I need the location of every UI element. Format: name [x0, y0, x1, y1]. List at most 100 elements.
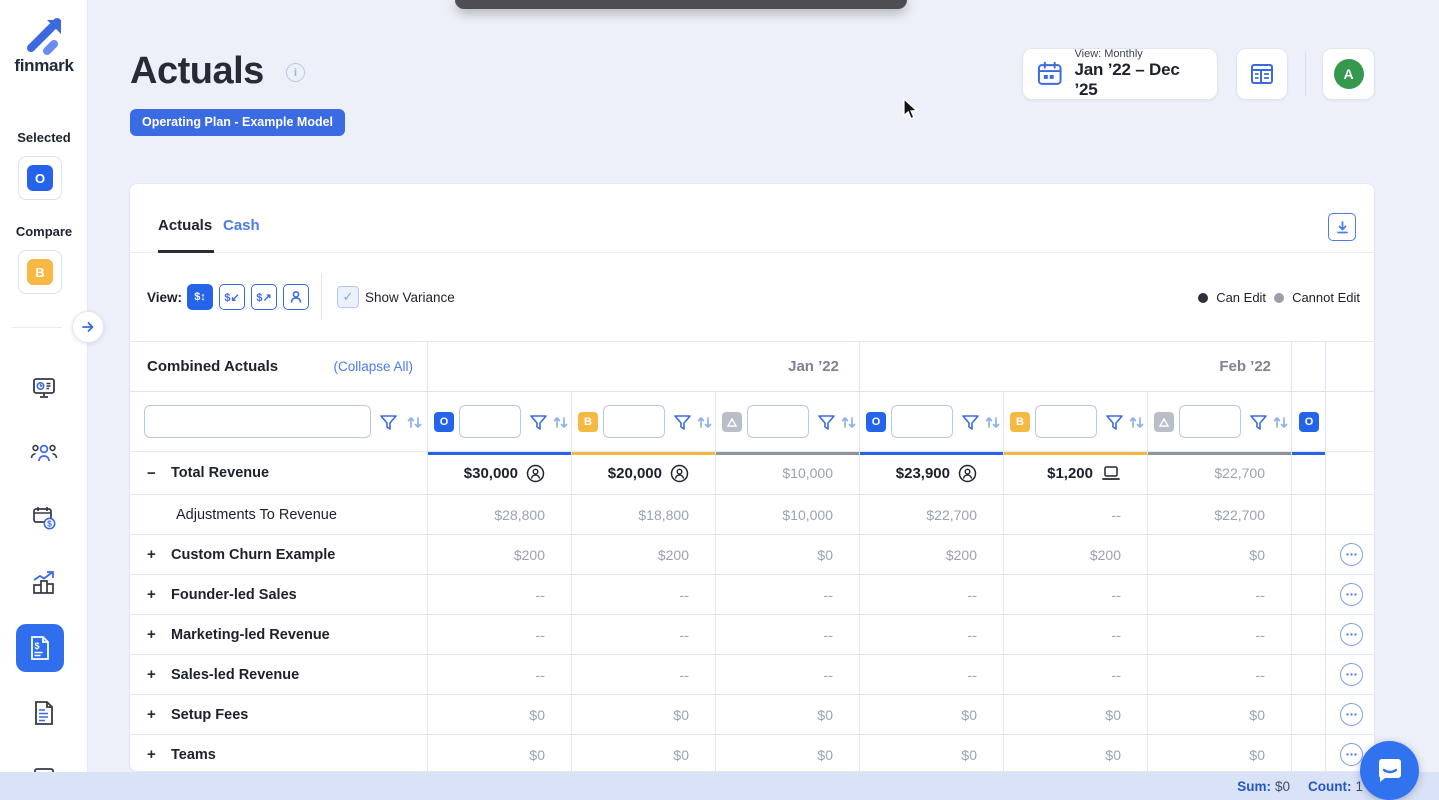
value-cell[interactable]: -- [1148, 615, 1292, 655]
plan-badge[interactable]: Operating Plan - Example Model [130, 109, 345, 136]
value-cell[interactable]: $22,700 [1148, 495, 1292, 535]
row-menu-button[interactable] [1340, 583, 1363, 606]
tab-actuals[interactable]: Actuals [158, 217, 212, 234]
value-cell[interactable]: $0 [428, 735, 572, 772]
chat-launcher-button[interactable] [1360, 741, 1419, 800]
sort-arrows-icon[interactable] [839, 413, 858, 432]
value-cell[interactable]: $200 [1004, 535, 1148, 575]
value-cell[interactable]: $200 [572, 535, 716, 575]
tab-cash[interactable]: Cash [223, 217, 260, 234]
view-mode-dollar-updown-button[interactable]: $↕ [187, 284, 213, 310]
view-mode-dollar-inflow-button[interactable]: $↙ [219, 284, 245, 310]
value-cell[interactable]: -- [428, 615, 572, 655]
filter-funnel-icon[interactable] [817, 413, 836, 432]
value-filter-input[interactable] [1179, 405, 1241, 438]
sidebar-item-reports[interactable] [28, 567, 60, 599]
value-cell[interactable]: -- [572, 575, 716, 615]
row-menu-button[interactable] [1340, 703, 1363, 726]
value-cell[interactable]: $20,000 [572, 452, 716, 495]
value-cell[interactable]: $0 [428, 695, 572, 735]
sort-arrows-icon[interactable] [1127, 413, 1146, 432]
value-cell[interactable]: -- [716, 615, 860, 655]
value-cell[interactable]: $10,000 [716, 452, 860, 495]
value-cell[interactable]: $0 [716, 735, 860, 772]
collapse-all-link[interactable]: (Collapse All) [333, 359, 413, 374]
compare-scenario-button[interactable]: B [18, 250, 62, 294]
sort-arrows-icon[interactable] [983, 413, 1002, 432]
value-cell[interactable]: $0 [860, 735, 1004, 772]
sidebar-collapse-button[interactable] [72, 311, 104, 343]
sidebar-item-actuals-active[interactable]: $ [16, 624, 64, 672]
filter-funnel-icon[interactable] [529, 413, 548, 432]
sheet-view-button[interactable] [1236, 48, 1288, 100]
view-mode-headcount-button[interactable] [283, 284, 309, 310]
sort-arrows-icon[interactable] [695, 413, 714, 432]
expand-row-icon[interactable]: + [147, 747, 161, 762]
value-cell[interactable]: -- [1148, 575, 1292, 615]
selected-scenario-button[interactable]: O [18, 156, 62, 200]
view-mode-dollar-outflow-button[interactable]: $↗ [251, 284, 277, 310]
value-cell[interactable]: $22,700 [860, 495, 1004, 535]
value-cell[interactable]: -- [860, 655, 1004, 695]
sort-arrows-icon[interactable] [405, 413, 424, 432]
value-filter-input[interactable] [891, 405, 953, 438]
value-cell[interactable]: $200 [428, 535, 572, 575]
value-filter-input[interactable] [1035, 405, 1097, 438]
value-cell[interactable]: $18,800 [572, 495, 716, 535]
value-cell[interactable]: $22,700 [1148, 452, 1292, 495]
sidebar-item-statements[interactable] [28, 697, 60, 729]
filter-funnel-icon[interactable] [1249, 413, 1268, 432]
value-cell[interactable]: -- [572, 615, 716, 655]
value-cell[interactable]: -- [428, 655, 572, 695]
expand-row-icon[interactable]: + [147, 627, 161, 642]
value-cell[interactable]: $0 [572, 695, 716, 735]
finmark-logo[interactable]: finmark [0, 14, 88, 76]
filter-funnel-icon[interactable] [961, 413, 980, 432]
row-filter-input[interactable] [144, 405, 371, 438]
date-range-button[interactable]: View: Monthly Jan ’22 – Dec ’25 [1022, 48, 1218, 100]
sidebar-item-dashboard[interactable] [28, 372, 60, 404]
info-icon[interactable]: i [286, 63, 305, 82]
download-button[interactable] [1328, 213, 1356, 241]
collapse-row-icon[interactable]: − [147, 466, 161, 481]
value-filter-input[interactable] [459, 405, 521, 438]
value-cell[interactable]: $0 [1148, 695, 1292, 735]
value-cell[interactable]: -- [428, 575, 572, 615]
sort-arrows-icon[interactable] [1271, 413, 1290, 432]
value-cell[interactable]: -- [1004, 495, 1148, 535]
expand-row-icon[interactable]: + [147, 547, 161, 562]
value-cell[interactable]: -- [716, 655, 860, 695]
value-cell[interactable]: -- [1004, 615, 1148, 655]
value-cell[interactable]: $0 [1148, 735, 1292, 772]
value-cell[interactable]: $23,900 [860, 452, 1004, 495]
value-cell[interactable]: -- [860, 615, 1004, 655]
value-cell[interactable]: $0 [572, 735, 716, 772]
sidebar-item-payroll[interactable]: $ [28, 502, 60, 534]
row-menu-button[interactable] [1340, 743, 1363, 766]
value-cell[interactable]: $200 [860, 535, 1004, 575]
filter-funnel-icon[interactable] [379, 413, 398, 432]
sort-arrows-icon[interactable] [551, 413, 570, 432]
value-cell[interactable]: $0 [1148, 535, 1292, 575]
value-cell[interactable]: $0 [1004, 695, 1148, 735]
expand-row-icon[interactable]: + [147, 587, 161, 602]
value-cell[interactable]: $1,200 [1004, 452, 1148, 495]
value-cell[interactable]: $30,000 [428, 452, 572, 495]
value-cell[interactable]: $0 [1004, 735, 1148, 772]
value-cell[interactable]: $10,000 [716, 495, 860, 535]
value-cell[interactable]: -- [572, 655, 716, 695]
value-cell[interactable]: -- [860, 575, 1004, 615]
value-cell[interactable]: -- [1148, 655, 1292, 695]
row-menu-button[interactable] [1340, 623, 1363, 646]
value-cell[interactable]: -- [716, 575, 860, 615]
value-cell[interactable]: -- [1004, 575, 1148, 615]
expand-row-icon[interactable]: + [147, 707, 161, 722]
value-cell[interactable]: -- [1004, 655, 1148, 695]
filter-funnel-icon[interactable] [673, 413, 692, 432]
row-menu-button[interactable] [1340, 663, 1363, 686]
value-filter-input[interactable] [747, 405, 809, 438]
account-button[interactable]: A [1322, 48, 1375, 100]
value-cell[interactable]: $0 [860, 695, 1004, 735]
row-menu-button[interactable] [1340, 543, 1363, 566]
value-cell[interactable]: $0 [716, 695, 860, 735]
